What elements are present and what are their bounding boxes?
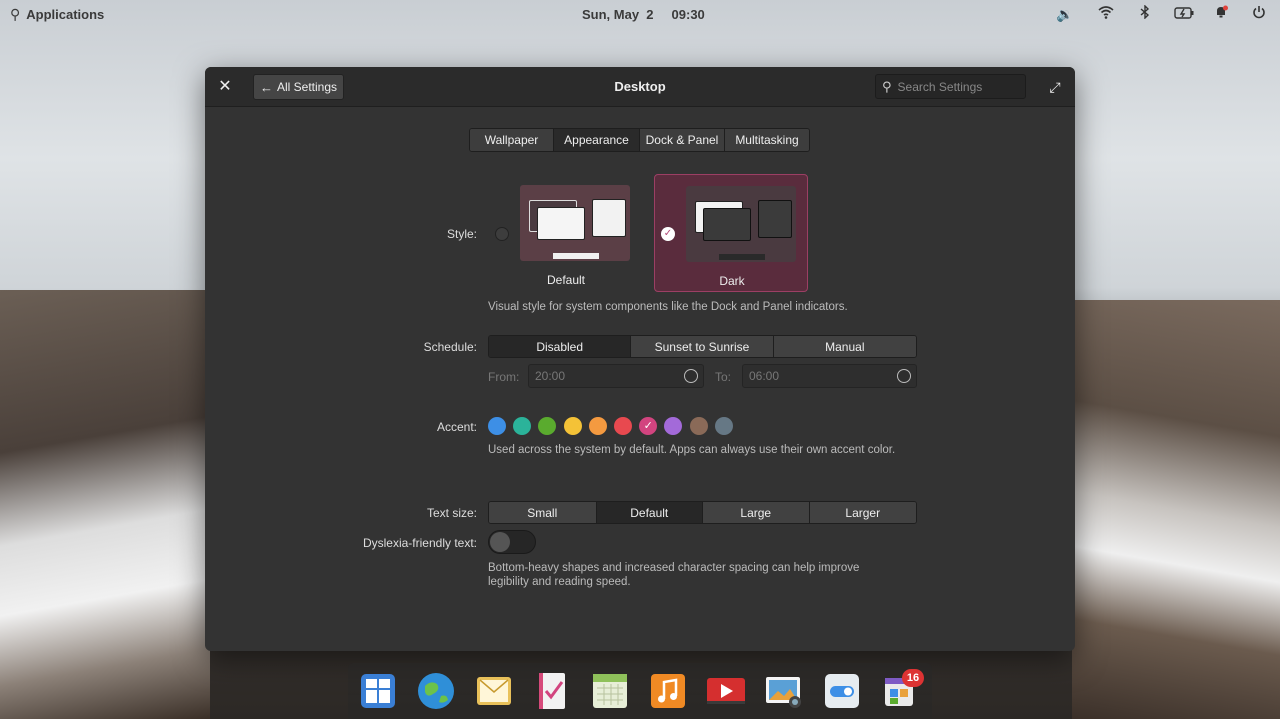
from-time-field[interactable]: 20:00 — [528, 364, 704, 388]
accent-label: Accent: — [436, 420, 477, 434]
to-label: To: — [715, 370, 732, 384]
preview-dock — [553, 253, 599, 259]
preview-window-front — [537, 207, 585, 240]
multitasking-view-icon[interactable] — [358, 671, 398, 711]
system-settings-icon[interactable] — [822, 671, 862, 711]
style-option-default[interactable]: Default — [489, 174, 643, 292]
tab-multitasking[interactable]: Multitasking — [725, 129, 809, 151]
search-icon: ⚲ — [882, 78, 892, 94]
to-time-field[interactable]: 06:00 — [742, 364, 917, 388]
schedule-disabled-button[interactable]: Disabled — [489, 336, 632, 357]
schedule-label: Schedule: — [423, 340, 477, 354]
accent-swatch[interactable] — [664, 417, 683, 435]
text-size-small-button[interactable]: Small — [489, 502, 597, 523]
text-size-default-button[interactable]: Default — [596, 502, 703, 523]
text-size-selector: Small Default Large Larger — [488, 501, 917, 524]
accent-swatch-selected[interactable]: ✓ — [639, 417, 658, 435]
dyslexia-toggle[interactable] — [488, 530, 536, 554]
settings-window: ✕ ← All Settings Desktop ⚲ Search Settin… — [205, 67, 1075, 651]
style-label: Style: — [446, 227, 477, 241]
schedule-selector: Disabled Sunset to Sunrise Manual — [488, 335, 917, 358]
applications-menu[interactable]: ⚲ Applications — [10, 6, 104, 23]
clock-icon — [897, 369, 911, 383]
accent-swatch[interactable] — [488, 417, 506, 435]
accent-swatch[interactable] — [714, 417, 733, 435]
music-icon[interactable] — [648, 671, 688, 711]
tasks-icon[interactable] — [532, 671, 572, 711]
panel-date: Sun, May 2 — [582, 7, 654, 22]
appcenter-icon[interactable]: 16 — [880, 669, 924, 711]
web-browser-icon[interactable] — [416, 671, 456, 711]
accent-swatch[interactable] — [588, 417, 607, 435]
text-size-large-button[interactable]: Large — [703, 502, 810, 523]
preview-popover — [592, 199, 626, 237]
battery-icon[interactable] — [1173, 5, 1195, 23]
dyslexia-description-line2: legibility and reading speed. — [488, 576, 631, 588]
applications-label: Applications — [26, 7, 105, 22]
tab-dock-panel[interactable]: Dock & Panel — [640, 129, 725, 151]
clock-icon — [684, 369, 698, 383]
volume-icon[interactable]: 🔉 — [1056, 5, 1074, 23]
wallpaper-mountain-right — [1072, 300, 1280, 719]
bluetooth-icon[interactable] — [1136, 4, 1154, 23]
dyslexia-description-line1: Bottom-heavy shapes and increased charac… — [488, 562, 860, 574]
style-default-name: Default — [546, 273, 586, 287]
default-style-preview — [520, 185, 630, 261]
preview-window-front — [703, 208, 751, 241]
panel-clock[interactable]: Sun, May 2 09:30 — [582, 7, 705, 22]
style-option-dark[interactable]: Dark — [654, 174, 808, 292]
maximize-icon[interactable]: ⤢ — [1045, 77, 1065, 97]
accent-swatch[interactable] — [563, 417, 582, 435]
search-placeholder: Search Settings — [897, 79, 983, 94]
from-label: From: — [488, 370, 520, 384]
wifi-icon[interactable] — [1097, 5, 1115, 23]
notifications-icon[interactable] — [1212, 5, 1230, 23]
accent-description: Used across the system by default. Apps … — [488, 444, 896, 456]
updates-badge: 16 — [902, 669, 924, 687]
text-size-label: Text size: — [426, 506, 477, 520]
accent-swatch[interactable] — [513, 417, 532, 435]
accent-swatch[interactable] — [689, 417, 708, 435]
schedule-sunset-button[interactable]: Sunset to Sunrise — [631, 336, 774, 357]
toggle-knob — [490, 532, 510, 552]
text-size-larger-button[interactable]: Larger — [809, 502, 916, 523]
wallpaper-mountain-left — [0, 290, 210, 719]
tab-appearance[interactable]: Appearance — [554, 129, 640, 151]
search-icon: ⚲ — [10, 6, 21, 22]
style-dark-name: Dark — [719, 274, 745, 288]
accent-swatch[interactable] — [614, 417, 632, 435]
checkmark-icon: ✓ — [661, 227, 675, 241]
dock: 16 — [348, 663, 932, 719]
tab-bar: Wallpaper Appearance Dock & Panel Multit… — [469, 128, 810, 152]
videos-icon[interactable] — [706, 671, 746, 711]
top-panel: ⚲ Applications Sun, May 2 09:30 🔉 — [0, 0, 1280, 28]
preview-dock — [719, 254, 765, 260]
tab-wallpaper[interactable]: Wallpaper — [470, 129, 554, 151]
preview-popover — [758, 200, 792, 238]
panel-time: 09:30 — [671, 7, 705, 22]
search-settings-input[interactable]: ⚲ Search Settings — [875, 74, 1026, 99]
calendar-icon[interactable] — [590, 671, 630, 711]
accent-swatch[interactable] — [538, 417, 557, 435]
dark-style-preview — [686, 186, 796, 262]
schedule-manual-button[interactable]: Manual — [773, 336, 916, 357]
style-description: Visual style for system components like … — [488, 301, 848, 313]
power-icon[interactable] — [1250, 5, 1268, 23]
dyslexia-label: Dyslexia-friendly text: — [362, 536, 477, 550]
titlebar: ✕ ← All Settings Desktop ⚲ Search Settin… — [205, 67, 1075, 107]
photos-icon[interactable] — [764, 671, 804, 711]
mail-icon[interactable] — [474, 671, 514, 711]
